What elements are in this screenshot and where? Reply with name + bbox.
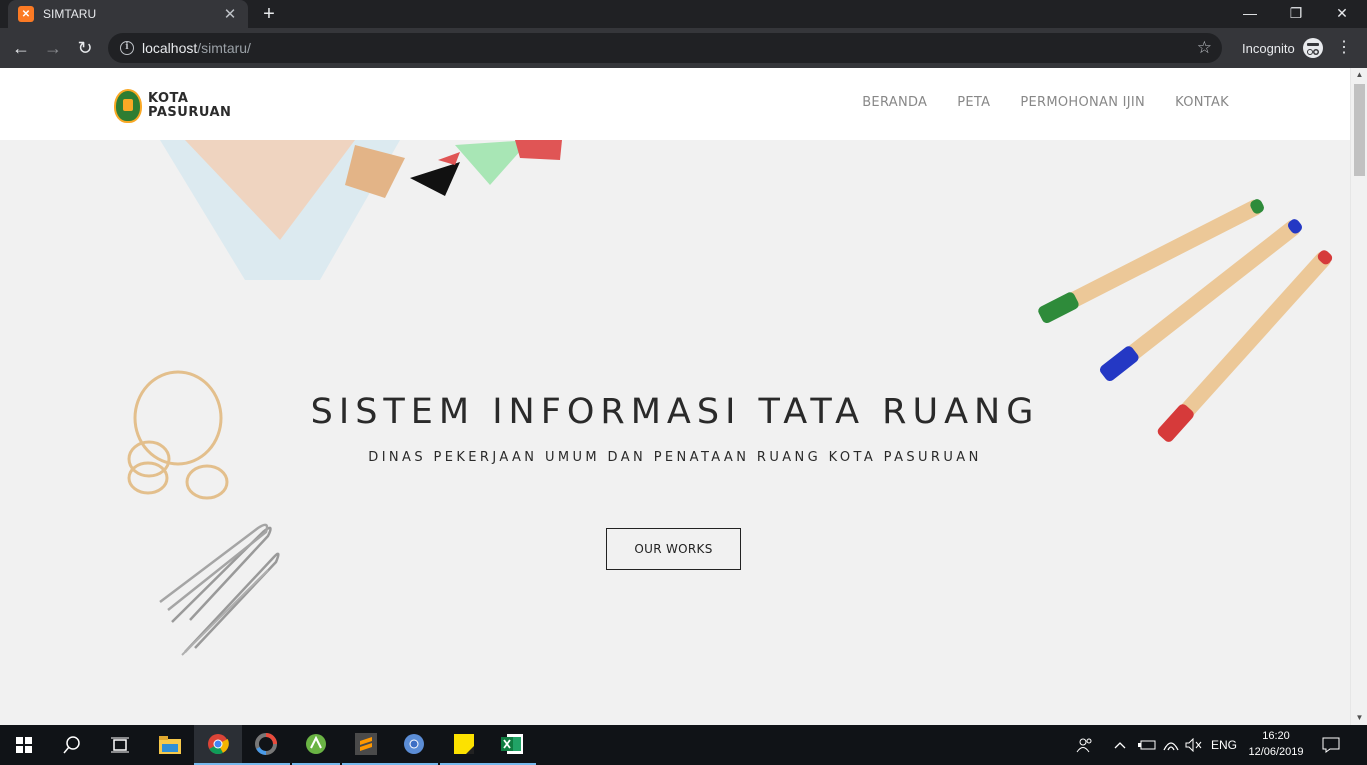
search-icon	[63, 736, 80, 754]
windows-logo-icon	[16, 737, 32, 753]
rubber-band-small-2	[127, 461, 169, 495]
wifi-icon[interactable]	[1162, 725, 1180, 765]
page-viewport: KOTA PASURUAN BERANDA PETA PERMOHONAN IJ…	[0, 68, 1367, 725]
clock-date: 12/06/2019	[1248, 746, 1304, 758]
nav-beranda[interactable]: BERANDA	[862, 95, 927, 110]
task-view-button[interactable]	[96, 725, 144, 765]
sticky-notes-icon	[454, 734, 474, 754]
browser-tab[interactable]: ✕ SIMTARU ✕	[8, 0, 248, 28]
paper-red-shape	[515, 140, 562, 160]
start-button[interactable]	[0, 725, 48, 765]
browser-toolbar: ← → ↻ i localhost/simtaru/ ☆ Incognito ⋮	[0, 28, 1367, 68]
logo-line-1: KOTA	[148, 91, 189, 106]
forward-button[interactable]: →	[39, 34, 67, 62]
url-host: localhost	[142, 40, 198, 56]
site-header: KOTA PASURUAN BERANDA PETA PERMOHONAN IJ…	[0, 68, 1350, 140]
hero-background-illustration	[127, 140, 1333, 656]
taskbar-clock[interactable]: 16:20 12/06/2019	[1244, 728, 1308, 760]
file-explorer-button[interactable]	[146, 725, 194, 765]
tab-title: SIMTARU	[43, 7, 97, 21]
sublime-text-icon	[355, 733, 377, 755]
android-studio-taskbar-button[interactable]	[292, 725, 340, 765]
scroll-down-arrow-icon[interactable]: ▼	[1351, 711, 1367, 725]
reload-button[interactable]: ↻	[71, 34, 99, 62]
site-logo[interactable]: KOTA PASURUAN	[114, 89, 231, 123]
show-hidden-icons-chevron-icon[interactable]	[1114, 725, 1126, 765]
excel-icon	[501, 734, 523, 754]
nav-kontak[interactable]: KONTAK	[1175, 95, 1229, 110]
task-view-icon	[111, 737, 129, 753]
sticky-notes-taskbar-button[interactable]	[440, 725, 488, 765]
action-center-icon[interactable]	[1322, 725, 1340, 765]
logo-text: KOTA PASURUAN	[148, 92, 231, 120]
chrome-taskbar-button[interactable]	[194, 725, 242, 765]
restore-button[interactable]: ❐	[1273, 0, 1319, 28]
hero-subtitle: DINAS PEKERJAAN UMUM DAN PENATAAN RUANG …	[368, 450, 982, 465]
scroll-thumb[interactable]	[1354, 84, 1365, 176]
incognito-label: Incognito	[1242, 40, 1295, 56]
incognito-icon	[1302, 38, 1323, 58]
back-button[interactable]: ←	[7, 34, 35, 62]
nav-peta[interactable]: PETA	[957, 95, 990, 110]
minimize-button[interactable]: —	[1227, 0, 1273, 28]
volume-muted-icon[interactable]	[1185, 725, 1203, 765]
scroll-up-arrow-icon[interactable]: ▲	[1351, 68, 1367, 82]
our-works-button[interactable]: OUR WORKS	[606, 528, 741, 570]
browser-menu-button[interactable]: ⋮	[1334, 34, 1354, 62]
hero-section: SISTEM INFORMASI TATA RUANG DINAS PEKERJ…	[0, 140, 1350, 725]
close-window-button[interactable]: ✕	[1319, 0, 1365, 28]
browser-titlebar: ✕ SIMTARU ✕ + — ❐ ✕	[0, 0, 1367, 28]
logo-line-2: PASURUAN	[148, 105, 232, 120]
close-tab-icon[interactable]: ✕	[222, 5, 238, 23]
chrome-canary-taskbar-button[interactable]	[390, 725, 438, 765]
paper-red-small-shape	[438, 152, 460, 165]
site-info-icon[interactable]: i	[120, 41, 134, 55]
new-tab-button[interactable]: +	[258, 3, 280, 25]
xampp-favicon-icon: ✕	[18, 6, 34, 22]
page-scrollbar[interactable]: ▲ ▼	[1350, 68, 1367, 725]
main-nav: BERANDA PETA PERMOHONAN IJIN KONTAK	[862, 95, 1229, 110]
paper-black-shape	[410, 162, 460, 196]
paper-clip-1b	[159, 523, 269, 611]
hero-title: SISTEM INFORMASI TATA RUANG	[310, 392, 1040, 432]
bookmark-star-icon[interactable]: ☆	[1197, 38, 1212, 58]
nav-permohonan-ijin[interactable]: PERMOHONAN IJIN	[1020, 95, 1145, 110]
folder-icon	[159, 736, 181, 754]
city-emblem-icon	[114, 89, 142, 123]
marker-green	[1038, 199, 1264, 324]
address-bar[interactable]: i localhost/simtaru/ ☆	[108, 33, 1222, 63]
chrome-icon	[208, 734, 229, 755]
people-icon[interactable]	[1076, 725, 1094, 765]
chrome-alt-icon	[404, 734, 424, 754]
sublime-text-taskbar-button[interactable]	[342, 725, 390, 765]
davinci-taskbar-button[interactable]	[242, 725, 290, 765]
clock-time: 16:20	[1262, 730, 1290, 742]
android-studio-icon	[306, 734, 326, 754]
excel-taskbar-button[interactable]	[488, 725, 536, 765]
rubber-band-small-3	[185, 464, 229, 500]
incognito-indicator[interactable]: Incognito	[1242, 34, 1323, 62]
davinci-resolve-icon	[255, 733, 277, 755]
windows-taskbar: ENG 16:20 12/06/2019	[0, 725, 1367, 765]
search-button[interactable]	[48, 725, 96, 765]
battery-icon[interactable]	[1138, 725, 1156, 765]
url-path: /simtaru/	[197, 40, 251, 56]
language-indicator[interactable]: ENG	[1211, 725, 1237, 765]
